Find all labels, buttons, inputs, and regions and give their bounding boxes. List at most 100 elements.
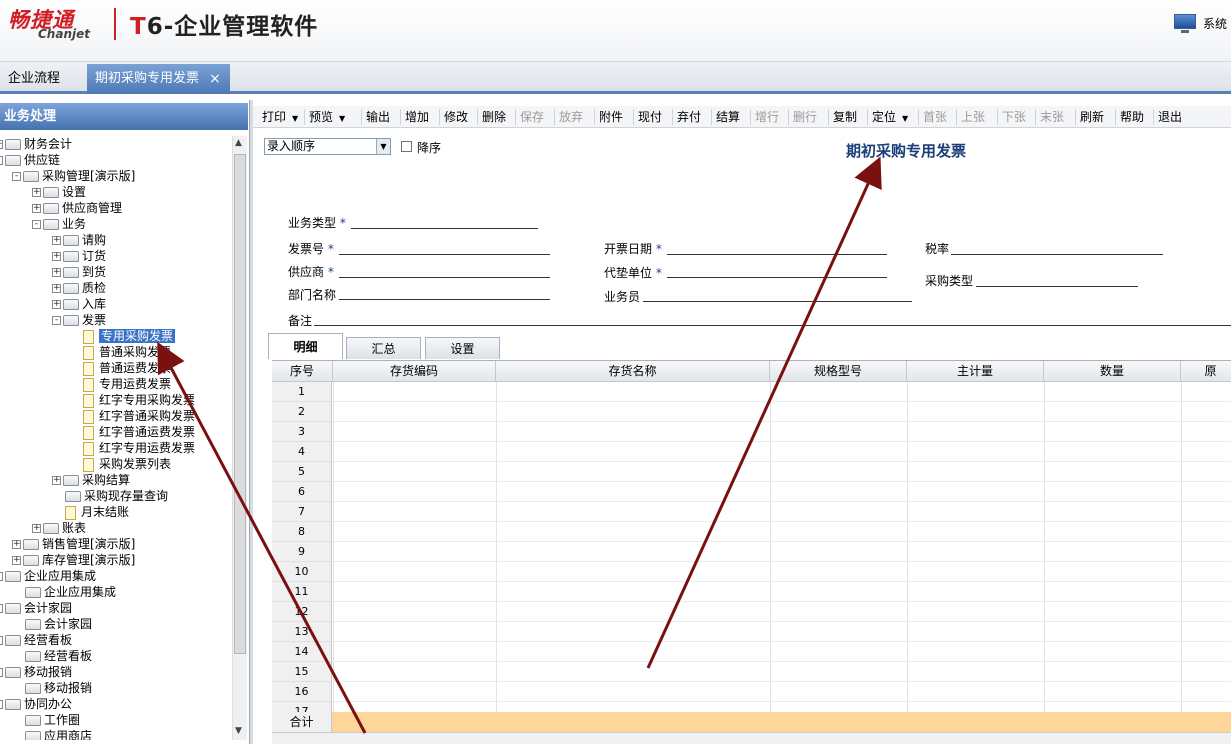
toolbar-button[interactable]: 下张	[999, 106, 1029, 128]
toolbar-button[interactable]: 放弃	[556, 106, 586, 128]
tree-node[interactable]: 采购现存量查询	[52, 488, 168, 504]
tree-node[interactable]: - 业务	[32, 216, 86, 232]
grid-column-header[interactable]: 序号	[272, 361, 333, 382]
toolbar-button[interactable]: 输出	[363, 106, 393, 128]
toolbar-button[interactable]: 弃付	[674, 106, 704, 128]
table-row-number[interactable]: 1	[272, 382, 332, 402]
collapse-icon[interactable]: -	[52, 316, 61, 325]
sort-order-select[interactable]: 录入顺序 ▼	[264, 138, 391, 155]
tree-node[interactable]: + 库存管理[演示版]	[12, 552, 135, 568]
tree-node[interactable]: + 质检	[52, 280, 106, 296]
grid-horizontal-scrollbar[interactable]	[272, 732, 1231, 744]
expand-icon[interactable]: +	[52, 284, 61, 293]
tree-node[interactable]: 移动报销	[12, 680, 92, 696]
sidebar-scroll-thumb[interactable]	[234, 154, 246, 654]
tree-node[interactable]: 普通采购发票	[70, 344, 171, 360]
chevron-down-icon[interactable]: ▼	[376, 139, 390, 154]
tree-node[interactable]: 月末结账	[52, 504, 129, 520]
tax-rate-field[interactable]	[951, 254, 1163, 255]
grid-column-header[interactable]: 存货名称	[496, 361, 770, 382]
grid-column-header[interactable]: 原	[1181, 361, 1231, 382]
tab-detail[interactable]: 明细	[268, 333, 343, 359]
grid-column-header[interactable]: 规格型号	[770, 361, 907, 382]
tree-node[interactable]: 红字普通运费发票	[70, 424, 195, 440]
table-row-number[interactable]: 7	[272, 502, 332, 522]
table-row-number[interactable]: 16	[272, 682, 332, 702]
collapse-icon[interactable]: -	[0, 572, 3, 581]
table-row-number[interactable]: 6	[272, 482, 332, 502]
tree-node[interactable]: 采购发票列表	[70, 456, 171, 472]
table-row-number[interactable]: 10	[272, 562, 332, 582]
table-row-number[interactable]: 14	[272, 642, 332, 662]
expand-icon[interactable]: +	[32, 524, 41, 533]
tree-node[interactable]: - 供应链	[0, 152, 60, 168]
toolbar-button[interactable]: 增加	[402, 106, 432, 128]
tree-node[interactable]: 专用运费发票	[70, 376, 171, 392]
tree-node[interactable]: - 经营看板	[0, 632, 72, 648]
tree-node[interactable]: 应用商店	[12, 728, 92, 740]
toolbar-button[interactable]: 退出	[1155, 106, 1185, 128]
tab-enterprise-flow[interactable]: 企业流程	[0, 64, 68, 94]
tree-node[interactable]: - 企业应用集成	[0, 568, 96, 584]
toolbar-button[interactable]: 附件	[596, 106, 626, 128]
table-row-number[interactable]: 15	[272, 662, 332, 682]
system-menu-label[interactable]: 系统	[1203, 15, 1227, 32]
expand-icon[interactable]: +	[52, 252, 61, 261]
invoice-no-field[interactable]	[339, 254, 550, 255]
tree-node[interactable]: 企业应用集成	[12, 584, 116, 600]
tree-node[interactable]: - 会计家园	[0, 600, 72, 616]
detail-grid[interactable]: 序号 存货编码 存货名称 规格型号 主计量 数量原 1 2 3 4 5 6 7 8 9 10 11 12 13 14 1…	[272, 360, 1231, 732]
toolbar-button[interactable]: 修改	[441, 106, 471, 128]
expand-icon[interactable]: +	[52, 476, 61, 485]
expand-icon[interactable]: +	[52, 268, 61, 277]
table-row-number[interactable]: 5	[272, 462, 332, 482]
toolbar-button[interactable]: 上张	[958, 106, 988, 128]
tree-node[interactable]: + 销售管理[演示版]	[12, 536, 135, 552]
toolbar-button[interactable]: 定位 ▼	[869, 106, 911, 128]
tree-node[interactable]: + 入库	[52, 296, 106, 312]
tree-node[interactable]: - 移动报销	[0, 664, 72, 680]
collapse-icon[interactable]: -	[12, 172, 21, 181]
close-icon[interactable]: ×	[209, 64, 221, 94]
remark-field[interactable]	[314, 325, 1231, 326]
business-type-field[interactable]	[351, 228, 538, 229]
table-row-number[interactable]: 4	[272, 442, 332, 462]
toolbar-button[interactable]: 结算	[713, 106, 743, 128]
toolbar-button[interactable]: 打印 ▼	[259, 106, 301, 128]
expand-icon[interactable]: +	[32, 188, 41, 197]
table-row-number[interactable]: 3	[272, 422, 332, 442]
table-row-number[interactable]: 8	[272, 522, 332, 542]
table-row-number[interactable]: 9	[272, 542, 332, 562]
scroll-down-arrow-icon[interactable]: ▼	[235, 726, 242, 736]
toolbar-button[interactable]: 保存	[517, 106, 547, 128]
collapse-icon[interactable]: -	[0, 604, 3, 613]
toolbar-button[interactable]: 首张	[920, 106, 950, 128]
tree-node[interactable]: 红字普通采购发票	[70, 408, 195, 424]
table-row-number[interactable]: 13	[272, 622, 332, 642]
dropdown-arrow-icon[interactable]: ▼	[902, 114, 908, 123]
tree-node[interactable]: 会计家园	[12, 616, 92, 632]
expand-icon[interactable]: +	[12, 540, 21, 549]
tree-node[interactable]: + 财务会计	[0, 136, 72, 152]
tab-settings[interactable]: 设置	[425, 337, 500, 359]
tree-node[interactable]: - 协同办公	[0, 696, 72, 712]
expand-icon[interactable]: +	[52, 236, 61, 245]
grid-column-header[interactable]: 主计量	[907, 361, 1044, 382]
tab-opening-invoice[interactable]: 期初采购专用发票 ×	[87, 64, 230, 94]
grid-column-header[interactable]: 存货编码	[333, 361, 496, 382]
monitor-icon[interactable]	[1174, 14, 1196, 33]
descending-checkbox[interactable]	[401, 141, 412, 152]
tree-node[interactable]: 专用采购发票	[70, 328, 176, 344]
grid-column-header[interactable]: 数量	[1044, 361, 1181, 382]
tree-node[interactable]: 普通运费发票	[70, 360, 171, 376]
tree-node[interactable]: + 请购	[52, 232, 106, 248]
collapse-icon[interactable]: -	[0, 668, 3, 677]
dropdown-arrow-icon[interactable]: ▼	[339, 114, 345, 123]
scroll-up-arrow-icon[interactable]: ▲	[235, 138, 242, 148]
supplier-field[interactable]	[339, 277, 550, 278]
toolbar-button[interactable]: 末张	[1037, 106, 1067, 128]
tree-node[interactable]: + 设置	[32, 184, 86, 200]
toolbar-button[interactable]: 删除	[479, 106, 509, 128]
expand-icon[interactable]: +	[12, 556, 21, 565]
collapse-icon[interactable]: -	[0, 156, 3, 165]
